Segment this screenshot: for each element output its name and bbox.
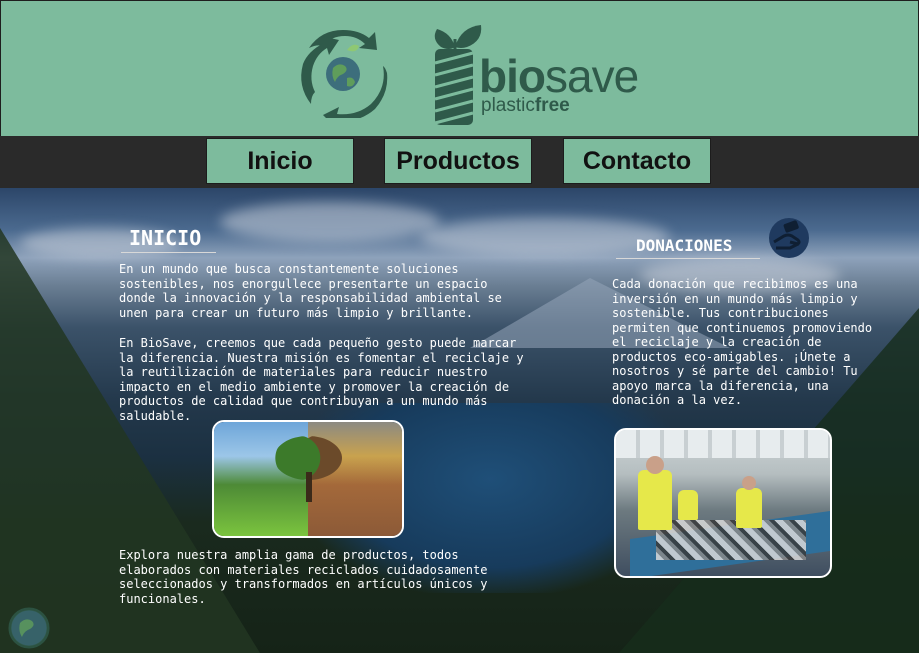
donaciones-title-underline — [616, 258, 760, 259]
donaciones-title: DONACIONES — [636, 236, 733, 255]
inicio-paragraph-2: En BioSave, creemos que cada pequeño ges… — [119, 336, 524, 423]
inicio-paragraph-3: Explora nuestra amplia gama de productos… — [119, 548, 488, 606]
donaciones-paragraph: Cada donación que recibimos es una inver… — [612, 277, 873, 407]
recycle-globe-icon — [301, 30, 388, 118]
nav-contacto[interactable]: Contacto — [563, 138, 711, 184]
inicio-title-underline — [121, 252, 216, 253]
donate-hand-icon[interactable] — [768, 216, 810, 260]
climate-contrast-image — [212, 420, 404, 538]
globe-icon — [8, 607, 50, 649]
main-nav: Inicio Productos Contacto — [0, 136, 919, 188]
nav-productos[interactable]: Productos — [384, 138, 532, 184]
brand-tagline: plasticfree — [481, 95, 570, 117]
cloud — [420, 218, 670, 256]
brand-wordmark: biosave — [479, 53, 639, 99]
inicio-title: INICIO — [129, 226, 202, 250]
nav-inicio[interactable]: Inicio — [206, 138, 354, 184]
site-header: biosave plasticfree — [0, 0, 919, 137]
recycling-plant-image — [614, 428, 832, 578]
bottle-leaf-icon — [434, 25, 482, 125]
tagline-plastic: plastic — [481, 95, 535, 116]
inicio-paragraph-1: En un mundo que busca constantemente sol… — [119, 262, 502, 320]
tagline-free: free — [534, 95, 570, 116]
